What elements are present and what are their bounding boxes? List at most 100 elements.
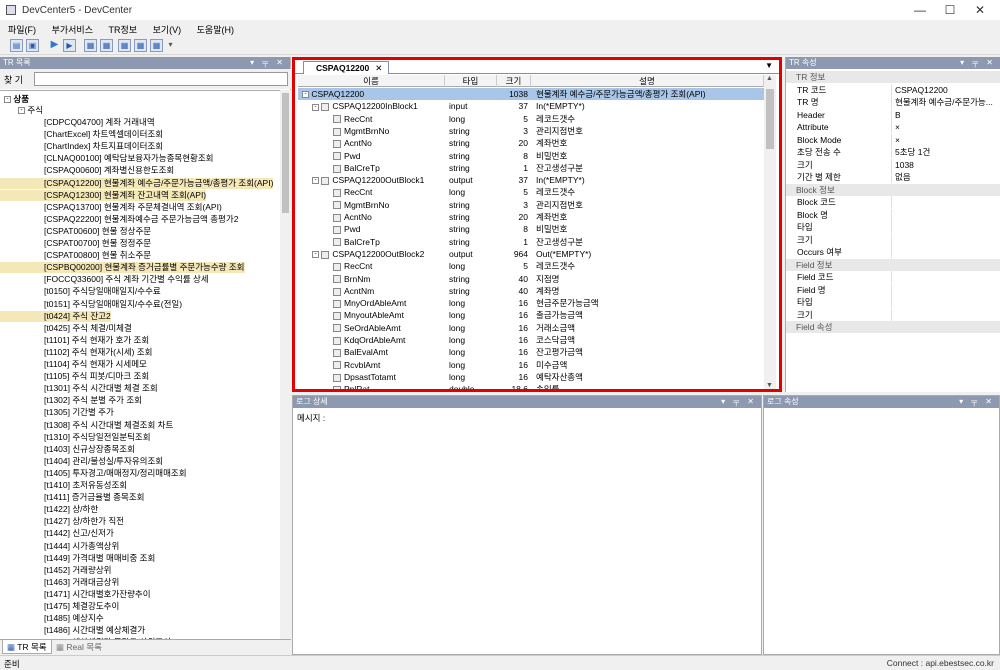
tree-folder[interactable]: - 주식 [0,105,43,116]
collapse-icon[interactable]: - [18,107,25,115]
property-category[interactable]: Field 정보 [786,258,1000,271]
close-button[interactable]: ✕ [965,2,995,18]
grid-row[interactable]: BalCreTp string 1 잔고생성구분 [298,162,764,174]
tree-item[interactable]: [t1471] 시간대별호가잔량추이 [0,589,151,600]
grid-row[interactable]: DpsastTotamt long 16 예탁자산총액 [298,371,764,383]
tree-item[interactable]: [FOCCQ33600] 주식 계좌 기간별 수익률 상세 [0,274,209,285]
property-row[interactable]: 타입 [786,221,1000,233]
grid-remove-icon[interactable]: ▦ [118,39,131,52]
grid-row[interactable]: BalEvalAmt long 16 잔고평가금액 [298,346,764,358]
tree-scrollbar[interactable] [280,90,291,640]
tree-item[interactable]: [t1410] 초저유동성조회 [0,480,127,491]
tree-item[interactable]: [ChartExcel] 차트엑셀데이터조회 [0,129,163,140]
tree-scroll-thumb[interactable] [282,93,289,213]
column-name[interactable]: 이름 [298,75,445,87]
tab-real-list[interactable]: ▦ Real 목록 [52,640,106,654]
property-row[interactable]: 기간 별 제한 없음 [786,171,1000,183]
tree-item[interactable]: [CSPAQ12200] 현물계좌 예수금/주문가능금액/총평가 조회(API) [0,177,274,189]
tree-item[interactable]: [t1422] 상/하한 [0,504,98,515]
grid-row[interactable]: MnyOrdAbleAmt long 16 현금주문가능금액 [298,297,764,309]
menu-file[interactable]: 파일(F) [0,20,41,36]
tree-item[interactable]: [t1305] 기간별 주가 [0,407,114,418]
grid-row[interactable]: - CSPAQ12200OutBlock1 output 37 In(*EMPTY*) [298,174,764,186]
tree-item[interactable]: [CSPAT00700] 현물 정정주문 [0,238,151,249]
grid-row[interactable]: MgmtBrnNo string 3 관리지점번호 [298,125,764,137]
grid-row[interactable]: RecCnt long 5 레코드갯수 [298,113,764,125]
grid-row[interactable]: RecCnt long 5 레코드갯수 [298,260,764,272]
grid-export-icon[interactable]: ▦ [150,39,163,52]
collapse-icon[interactable]: - [312,103,319,111]
grid-row[interactable]: KdqOrdAbleAmt long 16 코스닥금액 [298,334,764,346]
tree-item[interactable]: [CSPAT00600] 현물 정상주문 [0,226,151,237]
tree-item[interactable]: [CSPAQ13700] 현물계좌 주문체결내역 조회(API) [0,202,222,213]
tree-item[interactable]: [CSPAQ00600] 계좌별신용한도조회 [0,165,174,176]
tree-item[interactable]: [t1442] 신고/신저가 [0,528,114,539]
property-category[interactable]: Field 속성 [786,321,1000,333]
panel-controls-icon[interactable]: ▾ ╤ ✕ [721,396,757,408]
grid-copy-icon[interactable]: ▦ [134,39,147,52]
tree-item[interactable]: [t1102] 주식 현재가(시세) 조회 [0,347,153,358]
menu-help[interactable]: 도움말(H) [189,20,239,36]
open-icon[interactable]: ▤ [10,39,23,52]
tree-item[interactable]: [t0150] 주식당일매매일지/수수료 [0,286,161,297]
tree-root[interactable]: - 상품 [0,94,29,105]
tree-item[interactable]: [t0424] 주식 잔고2 [0,310,111,322]
property-row[interactable]: Occurs 여부 [786,246,1000,258]
grid-row[interactable]: BrnNm string 40 지점명 [298,273,764,285]
property-row[interactable]: Field 코드 [786,271,1000,283]
grid-row[interactable]: AcntNo string 20 계좌번호 [298,137,764,149]
tree-item[interactable]: [t1427] 상/하한가 직전 [0,516,124,527]
collapse-icon[interactable]: - [302,91,309,99]
minimize-button[interactable]: — [905,2,935,18]
search-input[interactable] [34,72,288,86]
grid-row[interactable]: MnyoutAbleAmt long 16 출금가능금액 [298,309,764,321]
tree-item[interactable]: [t1444] 시가총액상위 [0,541,119,552]
tree-item[interactable]: [t1301] 주식 시간대별 체결 조회 [0,383,158,394]
grid-row[interactable]: MgmtBrnNo string 3 관리지점번호 [298,199,764,211]
tree-item[interactable]: [t1486] 시간대별 예상체결가 [0,625,145,636]
grid-row[interactable]: AcntNm string 40 계좌명 [298,285,764,297]
scroll-up-icon[interactable]: ▲ [766,75,773,82]
property-category[interactable]: TR 정보 [786,71,1000,83]
property-row[interactable]: Attribute × [786,121,1000,133]
save-icon[interactable]: ▣ [26,39,39,52]
grid-add-icon[interactable]: ▦ [100,39,113,52]
tree-item[interactable]: [t1302] 주식 분별 주가 조회 [0,395,142,406]
grid-scrollbar[interactable]: ▲ ▼ [764,75,776,389]
toolbar-overflow-icon[interactable]: ▾ [164,39,177,52]
tab-tr-list[interactable]: ▦ TR 목록 [2,640,52,654]
tree-item[interactable]: [CDPCQ04700] 계좌 거래내역 [0,117,155,128]
menu-view[interactable]: 보기(V) [145,20,187,36]
tab-cspaq12200[interactable]: CSPAQ12200 ✕ [303,61,390,74]
tree-item[interactable]: [t1411] 증거금율별 종목조회 [0,492,144,503]
grid-row[interactable]: BalCreTp string 1 잔고생성구분 [298,236,764,248]
step-icon[interactable]: ▶ [63,39,76,52]
collapse-icon[interactable]: - [312,177,319,185]
tree-item[interactable]: [t1463] 거래대금상위 [0,577,119,588]
property-row[interactable]: TR 명 현물계좌 예수금/주문가능... [786,96,1000,108]
tree-item[interactable]: [CLNAQ00100] 예탁담보융자가능종목현황조회 [0,153,214,164]
grid-row[interactable]: - CSPAQ12200InBlock1 input 37 In(*EMPTY*) [298,100,764,112]
property-row[interactable]: Block 코드 [786,196,1000,208]
tree-item[interactable]: [t1485] 예상지수 [0,613,104,624]
tree-item[interactable]: [CSPAQ22200] 현물계좌예수금 주문가능금액 총평가2 [0,214,238,225]
grid-scroll-thumb[interactable] [766,89,774,149]
grid-row[interactable]: AcntNo string 20 계좌번호 [298,211,764,223]
grid-icon[interactable]: ▦ [84,39,97,52]
property-row[interactable]: Block 명 [786,208,1000,221]
tree-item[interactable]: [CSPBQ00200] 현물계좌 증거금률별 주문가능수량 조회 [0,262,245,274]
grid-row[interactable]: RcvblAmt long 16 미수금액 [298,359,764,371]
grid-row[interactable]: - CSPAQ12200OutBlock2 output 964 Out(*EMPTY… [298,248,764,260]
tree-item[interactable]: [t1101] 주식 현재가 호가 조회 [0,335,149,346]
grid-row[interactable]: - CSPAQ12200 1038 현물계좌 예수금/주문가능금액/총평가 조회(A… [298,88,764,101]
grid-row[interactable]: PnlRat double18.6 손익률 [298,383,764,389]
tree-item[interactable]: [t1403] 신규상장종목조회 [0,444,135,455]
panel-controls-icon[interactable]: ▾ ╤ ✕ [250,57,286,69]
grid-row[interactable]: Pwd string 8 비밀번호 [298,150,764,162]
menu-trinfo[interactable]: TR정보 [101,20,143,36]
panel-controls-icon[interactable]: ▾ ╤ ✕ [960,57,996,69]
property-row[interactable]: 크기 1038 [786,158,1000,171]
property-row[interactable]: 크기 [786,233,1000,246]
panel-controls-icon[interactable]: ▾ ╤ ✕ [959,396,995,408]
tree-item[interactable]: [t1308] 주식 시간대별 체결조회 차트 [0,420,173,431]
